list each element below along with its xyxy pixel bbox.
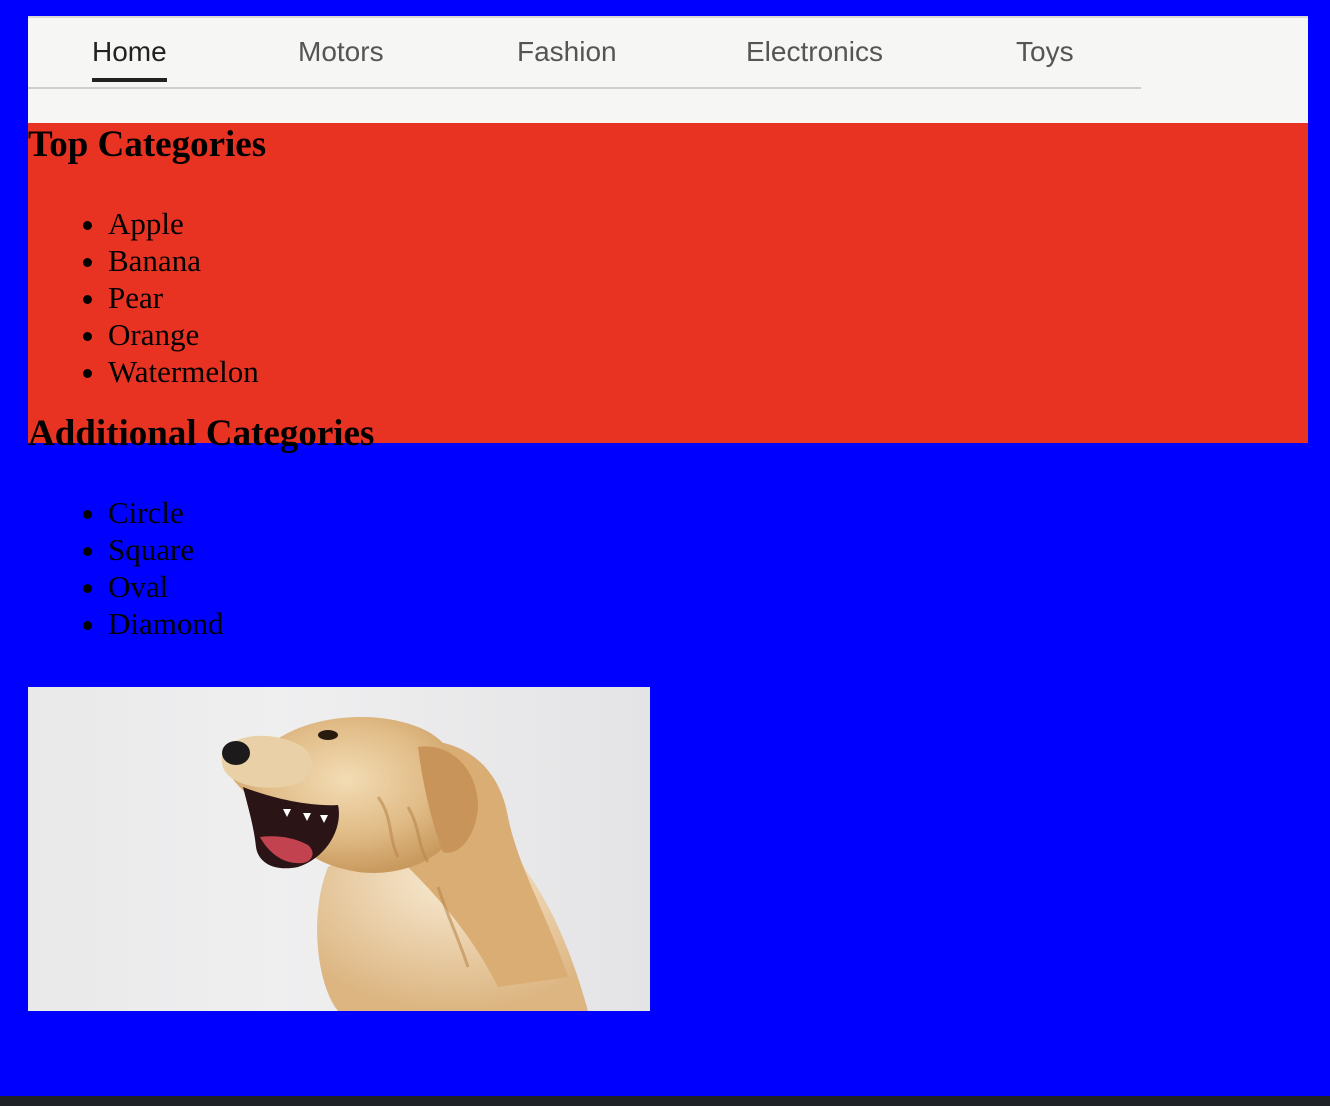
- nav-tabs: Home Motors Fashion Electronics Toys: [28, 18, 1141, 89]
- tab-motors[interactable]: Motors: [298, 32, 384, 78]
- navbar: Home Motors Fashion Electronics Toys: [28, 16, 1308, 123]
- tab-home[interactable]: Home: [92, 32, 167, 82]
- list-item: Square: [108, 531, 1308, 568]
- tab-toys[interactable]: Toys: [1016, 32, 1074, 78]
- list-item: Pear: [108, 279, 1308, 316]
- tab-fashion[interactable]: Fashion: [517, 32, 617, 78]
- list-item: Orange: [108, 316, 1308, 353]
- additional-categories-heading: Additional Categories: [28, 413, 375, 454]
- list-item: Circle: [108, 494, 1308, 531]
- top-categories-heading: Top Categories: [28, 124, 267, 165]
- bottom-bar: [0, 1096, 1330, 1106]
- list-item: Apple: [108, 205, 1308, 242]
- list-item: Banana: [108, 242, 1308, 279]
- list-item: Diamond: [108, 605, 1308, 642]
- main-content: Top Categories Apple Banana Pear Orange …: [28, 123, 1308, 642]
- dog-illustration: [221, 717, 588, 1011]
- tab-electronics[interactable]: Electronics: [746, 32, 883, 78]
- list-item: Watermelon: [108, 353, 1308, 390]
- additional-categories-list: Circle Square Oval Diamond: [28, 494, 1308, 642]
- list-item: Oval: [108, 568, 1308, 605]
- dog-photo: [28, 687, 650, 1011]
- top-categories-list: Apple Banana Pear Orange Watermelon: [28, 205, 1308, 390]
- page: Home Motors Fashion Electronics Toys Top…: [0, 0, 1330, 1106]
